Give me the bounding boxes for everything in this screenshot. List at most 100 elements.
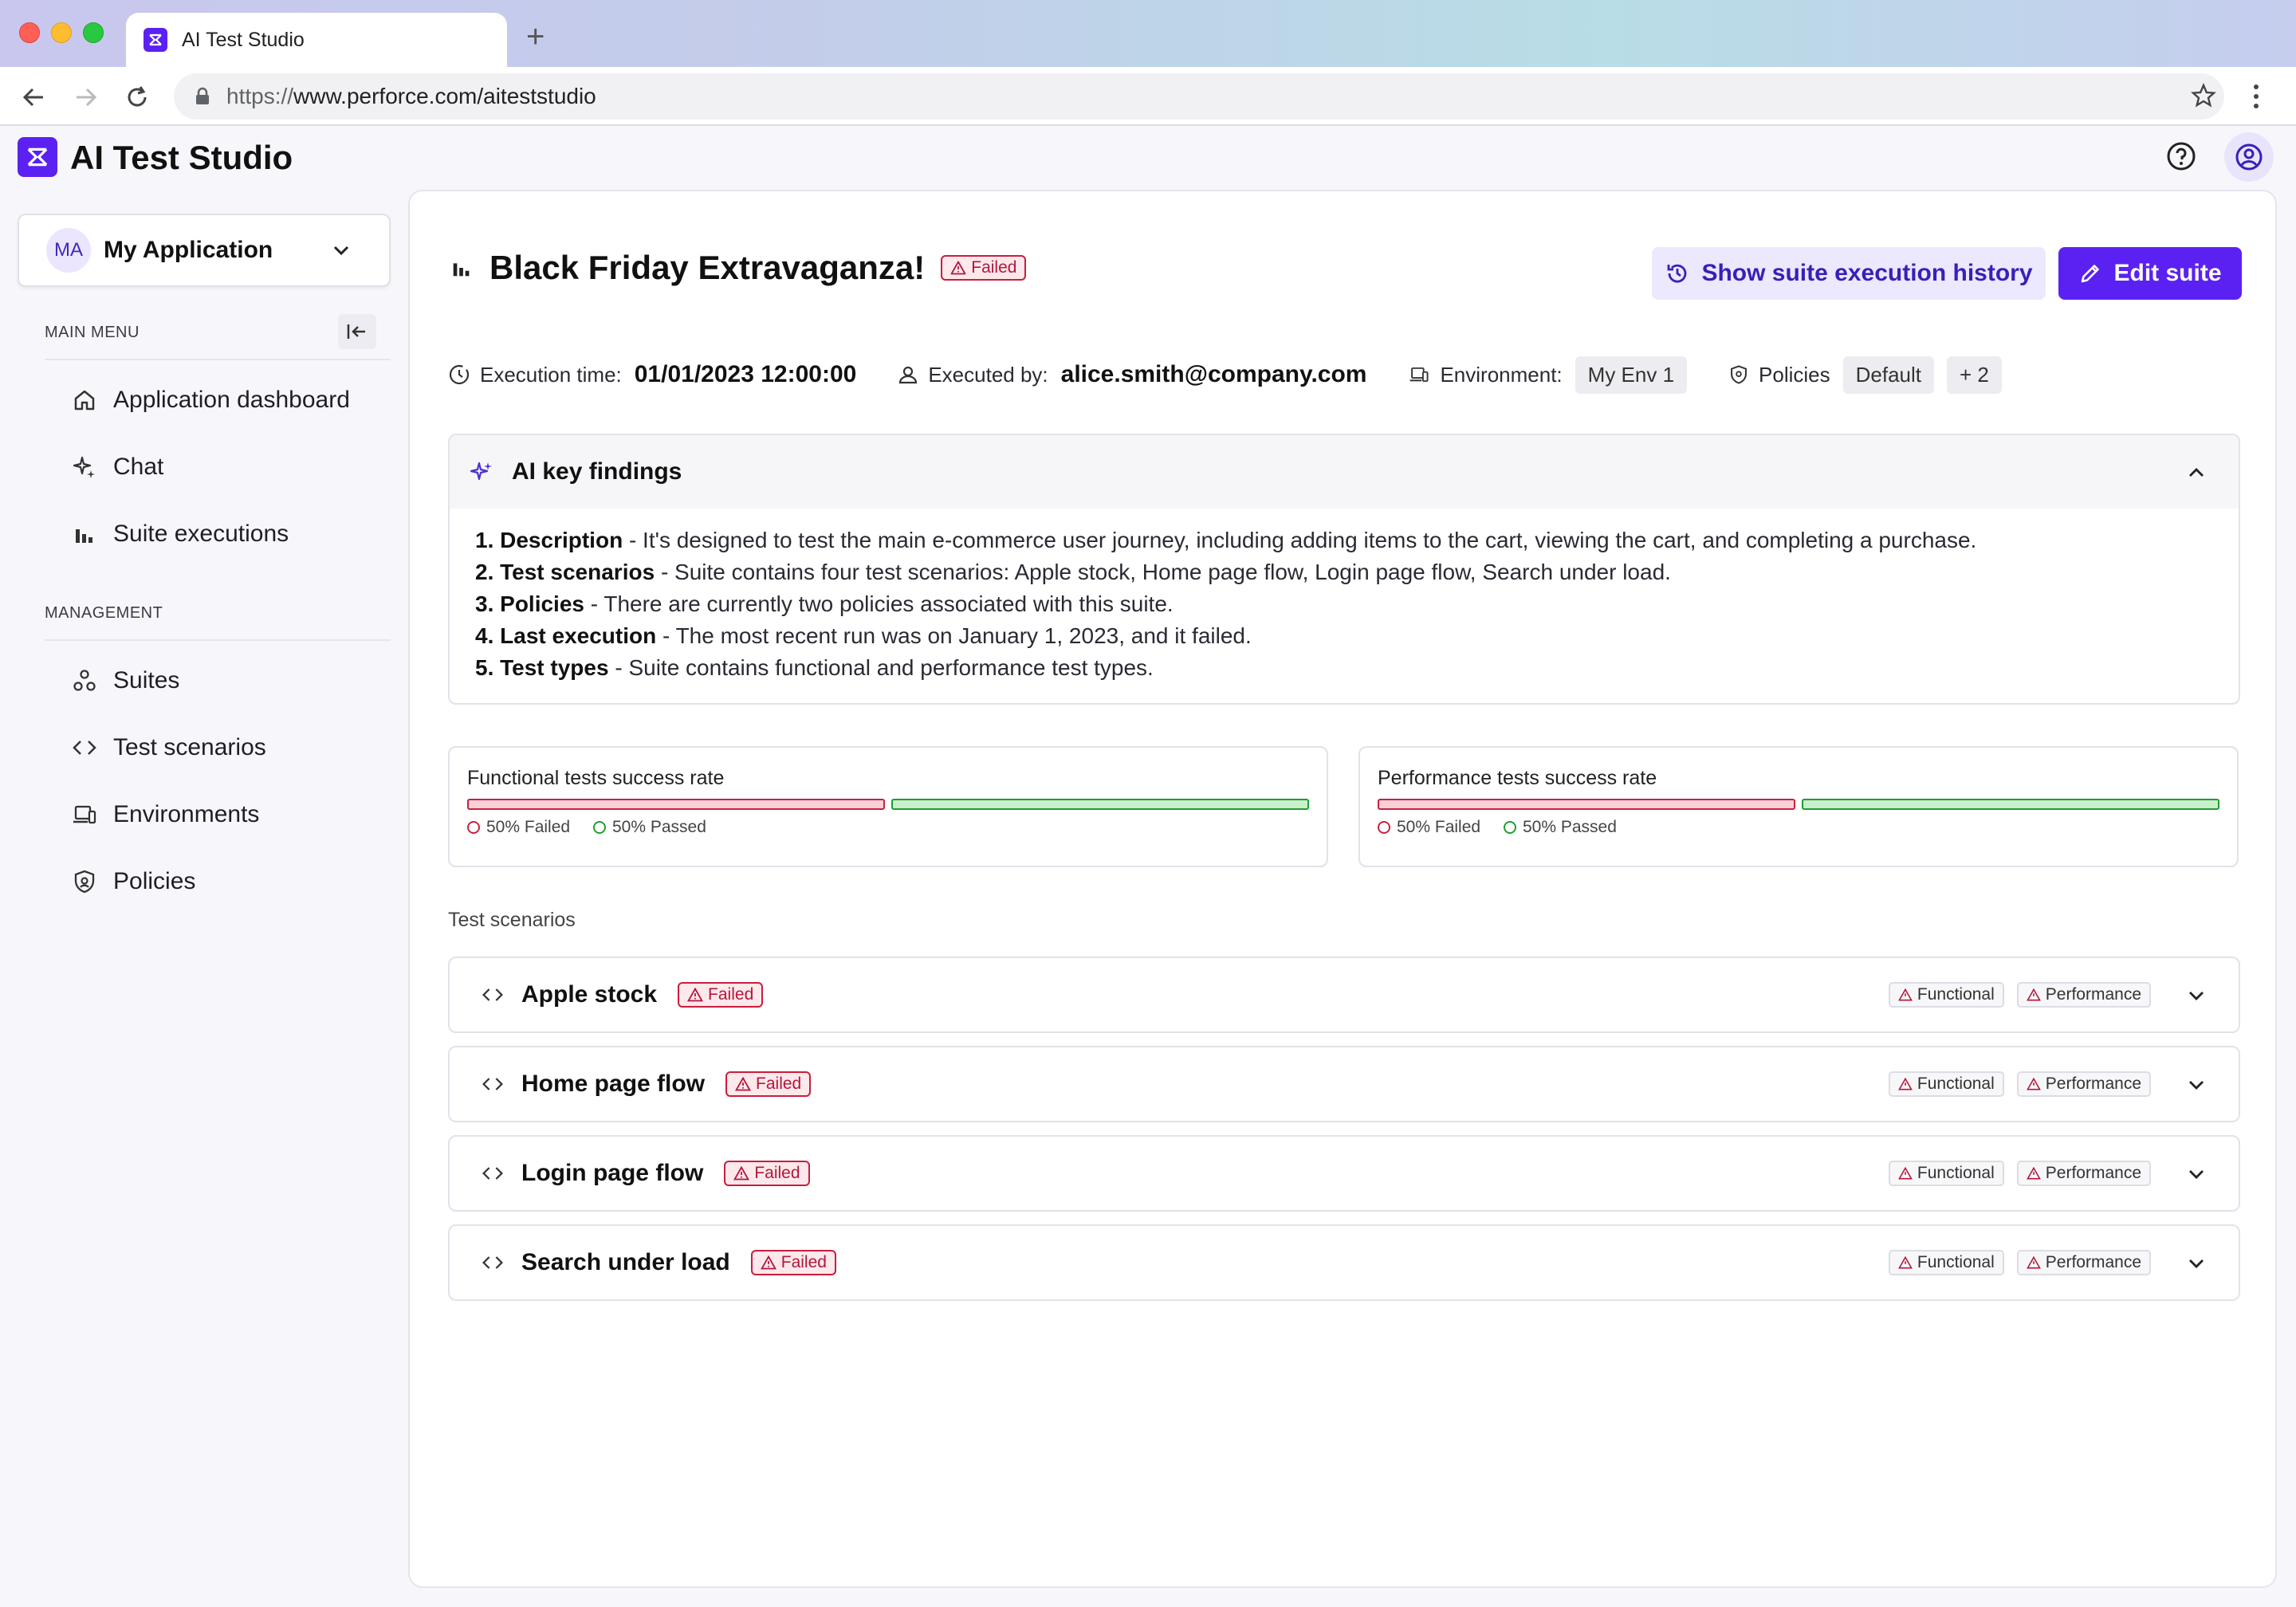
sparkle-icon: [73, 456, 95, 478]
scenario-row-search-under-load[interactable]: Search under load Failed Functional Perf…: [448, 1224, 2240, 1301]
address-bar[interactable]: https://www.perforce.com/aiteststudio: [174, 73, 2224, 120]
reload-icon[interactable]: [124, 84, 150, 110]
scenario-row-home-page-flow[interactable]: Home page flow Failed Functional Perform…: [448, 1046, 2240, 1122]
code-icon: [482, 1078, 503, 1090]
window-maximize-button[interactable]: [83, 22, 104, 43]
type-tags: Functional Performance: [1888, 1071, 2151, 1097]
warning-icon: [1897, 1078, 1913, 1090]
sidebar-item-label: Test scenarios: [113, 734, 266, 760]
main-content: Black Friday Extravaganza! Failed Show s…: [408, 190, 2277, 1588]
app-logo-icon[interactable]: [18, 137, 57, 177]
sidebar-item-policies[interactable]: Policies: [72, 864, 195, 899]
page-title: Black Friday Extravaganza!: [489, 249, 926, 286]
show-history-button[interactable]: Show suite execution history: [1652, 247, 2046, 300]
collapse-sidebar-button[interactable]: [338, 314, 376, 349]
url-text: https://www.perforce.com/aiteststudio: [226, 84, 596, 108]
failed-dot-icon: [467, 821, 480, 834]
person-icon: [899, 366, 918, 384]
devices-icon: [73, 805, 96, 824]
sidebar-item-label: Policies: [113, 868, 196, 894]
sidebar-item-application-dashboard[interactable]: Application dashboard: [72, 383, 350, 418]
type-tags: Functional Performance: [1888, 982, 2151, 1008]
ai-findings-header[interactable]: AI key findings: [450, 435, 2239, 509]
passed-legend: 50% Passed: [1504, 818, 1617, 837]
chevron-down-icon[interactable]: [2186, 985, 2207, 1006]
window-close-button[interactable]: [19, 22, 40, 43]
warning-icon: [2026, 1256, 2041, 1269]
finding-item: 4. Last execution - The most recent run …: [475, 623, 1252, 648]
sidebar-item-suites[interactable]: Suites: [72, 663, 179, 698]
status-badge: Failed: [725, 1071, 812, 1097]
status-badge: Failed: [678, 982, 764, 1008]
status-badge: Failed: [750, 1250, 836, 1275]
code-icon: [482, 1167, 503, 1180]
test-scenarios-heading: Test scenarios: [448, 909, 576, 931]
warning-icon: [950, 261, 966, 275]
pencil-icon: [2082, 265, 2100, 283]
executed-by-label: Executed by:: [928, 362, 1048, 387]
status-badge: Failed: [941, 255, 1027, 281]
clock-icon: [449, 364, 470, 385]
scenario-name: Apple stock: [521, 981, 658, 1008]
failed-dot-icon: [1378, 821, 1390, 834]
code-icon: [482, 988, 503, 1001]
status-badge: Failed: [724, 1161, 810, 1186]
scenario-row-login-page-flow[interactable]: Login page flow Failed Functional Perfor…: [448, 1135, 2240, 1212]
chevron-down-icon[interactable]: [2186, 1075, 2207, 1095]
environment-chip[interactable]: My Env 1: [1575, 356, 1688, 394]
shield-icon: [1731, 365, 1747, 384]
ai-findings-title: AI key findings: [512, 458, 682, 485]
warning-icon: [760, 1255, 776, 1270]
app-favicon-icon: [144, 28, 167, 52]
finding-item: 5. Test types - Suite contains functiona…: [475, 655, 1154, 680]
scenario-row-apple-stock[interactable]: Apple stock Failed Functional Performanc…: [448, 957, 2240, 1033]
passed-dot-icon: [593, 821, 606, 834]
failed-bar: [1378, 799, 1795, 810]
sidebar: MA My Application MAIN MENU Application …: [0, 191, 407, 1607]
warning-icon: [2026, 1167, 2041, 1180]
performance-tag: Performance: [2016, 1071, 2151, 1097]
execution-meta: Execution time: 01/01/2023 12:00:00 Exec…: [448, 356, 2002, 394]
app-avatar: MA: [46, 228, 91, 273]
warning-icon: [1897, 1167, 1913, 1180]
sidebar-item-label: Suites: [113, 667, 180, 693]
back-arrow-icon[interactable]: [21, 84, 46, 110]
browser-tab[interactable]: AI Test Studio: [126, 13, 507, 67]
forward-arrow-icon[interactable]: [73, 84, 99, 110]
chevron-down-icon: [333, 246, 349, 256]
application-selector[interactable]: MA My Application: [18, 214, 391, 287]
sidebar-item-environments[interactable]: Environments: [72, 797, 259, 832]
window-minimize-button[interactable]: [51, 22, 72, 43]
functional-success-rate-card: Functional tests success rate 50% Failed…: [448, 746, 1328, 867]
bar-chart-icon: [76, 529, 92, 543]
new-tab-plus-icon[interactable]: +: [526, 21, 545, 53]
policy-chip[interactable]: Default: [1842, 356, 1935, 394]
chevron-up-icon[interactable]: [2186, 462, 2207, 483]
help-icon[interactable]: [2165, 140, 2197, 172]
sidebar-item-test-scenarios[interactable]: Test scenarios: [72, 730, 266, 765]
code-icon: [73, 741, 96, 755]
browser-menu-icon[interactable]: [2251, 83, 2261, 110]
tab-title: AI Test Studio: [182, 28, 305, 51]
code-icon: [482, 1256, 503, 1269]
bookmark-star-icon[interactable]: [2191, 83, 2216, 108]
failed-bar: [467, 799, 885, 810]
finding-item: 1. Description - It's designed to test t…: [475, 528, 1977, 552]
failed-legend: 50% Failed: [467, 818, 570, 837]
functional-tag: Functional: [1888, 1250, 2004, 1275]
finding-item: 2. Test scenarios - Suite contains four …: [475, 560, 1671, 584]
sidebar-item-chat[interactable]: Chat: [72, 450, 163, 485]
app-header: AI Test Studio: [0, 128, 2296, 188]
chevron-down-icon[interactable]: [2186, 1164, 2207, 1185]
execution-time-value: 01/01/2023 12:00:00: [634, 361, 857, 387]
user-account-button[interactable]: [2224, 132, 2274, 182]
sidebar-item-label: Application dashboard: [113, 387, 350, 413]
edit-suite-button[interactable]: Edit suite: [2058, 247, 2242, 300]
collapse-left-icon: [347, 324, 365, 339]
chevron-down-icon[interactable]: [2186, 1253, 2207, 1274]
execution-time-label: Execution time:: [480, 362, 622, 387]
ai-findings-list: 1. Description - It's designed to test t…: [450, 509, 2239, 684]
app-title: AI Test Studio: [70, 139, 293, 176]
sidebar-item-suite-executions[interactable]: Suite executions: [72, 517, 289, 552]
policy-more-chip[interactable]: + 2: [1947, 356, 2002, 394]
